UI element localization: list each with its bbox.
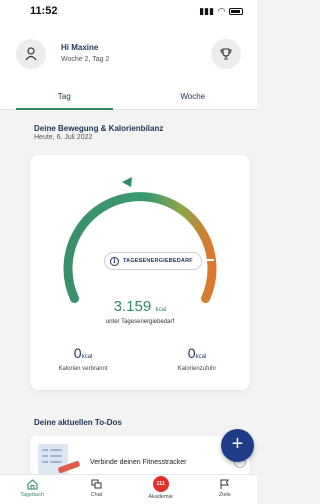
person-icon	[25, 47, 37, 61]
greeting-name: Hi Maxine	[61, 43, 99, 52]
tab-day[interactable]: Tag	[0, 86, 129, 110]
info-icon: i	[110, 256, 119, 266]
burned-label: Kalorien verbrannt	[58, 366, 108, 372]
section-date: Heute, 6. Juli 2022	[34, 134, 93, 141]
calories-intake-stat: 0kcal Kalorienzufuhr	[152, 345, 242, 372]
battery-icon	[229, 7, 243, 15]
trophy-button[interactable]	[211, 39, 241, 69]
greeting-block: Hi Maxine Woche 2, Tag 2	[61, 42, 109, 66]
intake-value: 0	[187, 345, 196, 361]
nav-item-diary[interactable]: Tagebuch	[0, 475, 64, 504]
status-icons: ▮▮▮ ◠	[199, 6, 243, 17]
flag-icon	[220, 479, 230, 489]
calorie-gauge	[63, 177, 217, 303]
nav-label-diary: Tagebuch	[20, 492, 45, 498]
home-icon	[27, 479, 38, 490]
academy-badge: 111	[152, 476, 169, 492]
status-time: 11:52	[30, 5, 58, 17]
trophy-icon	[220, 48, 232, 60]
burned-unit: kcal	[81, 354, 93, 360]
gauge-arc	[63, 192, 217, 303]
status-bar: 11:52 ▮▮▮ ◠	[0, 0, 257, 22]
intake-label: Kalorienzufuhr	[177, 366, 217, 372]
day-week-tabs: Tag Woche	[0, 86, 257, 110]
intake-unit: kcal	[195, 354, 207, 360]
section-title: Deine Bewegung & Kalorienbilanz	[34, 124, 164, 133]
todo-text: Verbinde deinen Fitnesstracker	[90, 459, 187, 466]
nav-item-chat[interactable]: Chat	[64, 475, 128, 504]
profile-button[interactable]	[16, 39, 46, 69]
add-button[interactable]: +	[221, 429, 254, 462]
greeting-subtitle: Woche 2, Tag 2	[61, 56, 110, 63]
daily-energy-button[interactable]: i TAGESENERGIEBEDARF	[104, 252, 202, 270]
todo-item[interactable]: Verbinde deinen Fitnesstracker ✓	[30, 436, 250, 476]
burned-value: 0	[73, 345, 82, 361]
chat-icon	[91, 479, 102, 489]
nav-label-chat: Chat	[90, 492, 103, 498]
signal-icon: ▮▮▮	[199, 5, 215, 16]
calorie-balance-card: i TAGESENERGIEBEDARF 3.159 kcal unter Ta…	[30, 155, 250, 390]
calorie-deficit-value: 3.159 kcal	[30, 298, 250, 316]
daily-energy-label: TAGESENERGIEBEDARF	[123, 258, 193, 264]
deficit-number: 3.159	[113, 298, 152, 315]
nav-label-goals: Ziele	[218, 492, 231, 498]
nav-item-goals[interactable]: Ziele	[193, 475, 257, 504]
calories-burned-stat: 0kcal Kalorien verbrannt	[38, 345, 128, 372]
deficit-unit: kcal	[155, 307, 167, 313]
nav-item-academy[interactable]: 111 Akademie	[129, 475, 193, 504]
deficit-caption: unter Tagesenergiebedarf	[105, 319, 175, 325]
tab-week[interactable]: Woche	[129, 86, 258, 109]
fitness-tracker-illustration	[38, 444, 80, 474]
gauge-pointer-icon	[122, 177, 132, 187]
header: Hi Maxine Woche 2, Tag 2	[0, 22, 257, 86]
todos-title: Deine aktuellen To-Dos	[34, 418, 122, 427]
nav-label-academy: Akademie	[148, 494, 173, 500]
bottom-navigation: Tagebuch Chat 111 Akademie Ziele	[0, 474, 257, 504]
wifi-icon: ◠	[218, 5, 225, 16]
